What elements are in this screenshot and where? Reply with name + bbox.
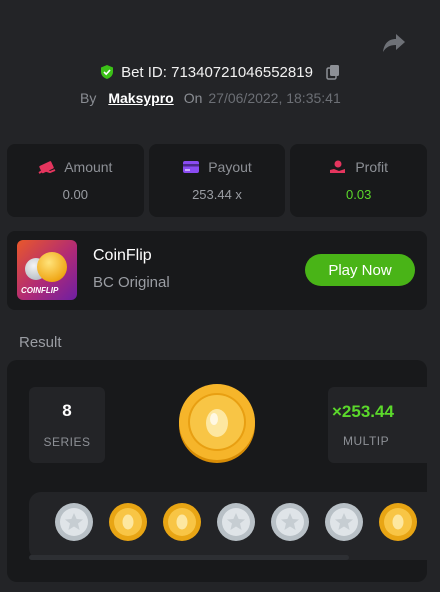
silver-coin-icon: [55, 503, 93, 541]
series-label: SERIES: [43, 435, 91, 449]
stat-label: Profit: [355, 159, 389, 175]
share-icon[interactable]: [382, 32, 406, 54]
multiplier-label: MULTIP: [343, 434, 390, 448]
profit-hand-icon: [330, 160, 346, 173]
series-value: 8: [62, 401, 72, 420]
gold-coin-icon: [109, 503, 147, 541]
series-box: 8 SERIES: [29, 387, 105, 463]
author-row: By Maksypro On 27/06/2022, 18:35:41: [80, 89, 341, 107]
bet-id-row: Bet ID: 71340721046552819: [0, 62, 440, 82]
game-name: CoinFlip: [93, 247, 152, 264]
stat-label: Payout: [208, 159, 252, 175]
game-thumbnail[interactable]: COINFLIP: [17, 240, 77, 300]
by-label: By: [80, 90, 97, 106]
game-card[interactable]: COINFLIP CoinFlip BC Original Play Now: [7, 231, 427, 310]
play-now-button[interactable]: Play Now: [305, 254, 415, 286]
bet-stats: Amount 0.00 Payout 253.44 x Profit 0.03: [7, 144, 428, 217]
on-label: On: [183, 90, 203, 106]
gold-coin-icon: [37, 252, 67, 282]
thumbnail-label: COINFLIP: [21, 286, 59, 295]
silver-coin-icon: [325, 503, 363, 541]
money-icon: [38, 161, 56, 174]
silver-coin-icon: [271, 503, 309, 541]
coin-history-strip[interactable]: [29, 492, 427, 560]
stat-value: 0.03: [346, 187, 372, 202]
bet-id-text: Bet ID: 71340721046552819: [121, 63, 313, 81]
stat-amount: Amount 0.00: [7, 144, 144, 217]
game-subtitle: BC Original: [93, 274, 170, 291]
gold-coin-icon: [179, 384, 255, 463]
gold-coin-icon: [379, 503, 417, 541]
result-panel: 8 SERIES ×253.44 MULTIP: [7, 360, 427, 582]
username-link[interactable]: Maksypro: [108, 90, 173, 106]
card-icon: [183, 161, 200, 173]
silver-coin-icon: [217, 503, 255, 541]
coin-history: [54, 502, 418, 542]
shield-check-icon: [99, 64, 115, 80]
stat-profit: Profit 0.03: [290, 144, 428, 217]
stat-value: 0.00: [62, 187, 88, 202]
bet-date: 27/06/2022, 18:35:41: [208, 90, 341, 106]
stat-value: 253.44 x: [192, 187, 242, 202]
strip-scrollbar[interactable]: [29, 555, 349, 560]
stat-payout: Payout 253.44 x: [148, 144, 286, 217]
stat-label: Amount: [64, 159, 113, 175]
multiplier-box: ×253.44 MULTIP: [328, 387, 427, 463]
multiplier-value: ×253.44: [332, 402, 394, 421]
copy-icon[interactable]: [325, 64, 341, 80]
result-title: Result: [19, 334, 62, 351]
gold-coin-icon: [163, 503, 201, 541]
